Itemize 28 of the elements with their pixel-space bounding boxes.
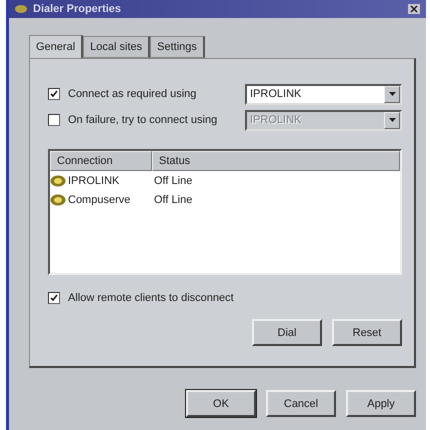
tab[interactable]: Settings <box>150 36 205 58</box>
checkbox-label: Connect as required using <box>68 88 198 100</box>
app-icon <box>15 4 27 14</box>
panel-button[interactable]: Dial <box>252 319 322 346</box>
column-header[interactable]: Connection <box>50 151 152 171</box>
connection-dropdown[interactable]: IPROLINK <box>245 84 402 104</box>
connection-status: Off Line <box>154 174 194 186</box>
caret-icon <box>388 92 396 96</box>
connection-name[interactable]: Compuserve <box>68 194 154 206</box>
caret-icon <box>388 118 396 122</box>
close-icon[interactable] <box>408 4 420 14</box>
dialog-button[interactable]: OK <box>186 390 256 417</box>
connection-icon <box>50 174 66 186</box>
dialog-button[interactable]: Apply <box>346 390 416 417</box>
connection-icon <box>50 194 66 206</box>
checkbox[interactable] <box>48 88 60 100</box>
checkbox[interactable] <box>48 292 60 304</box>
checkbox-label: Allow remote clients to disconnect <box>68 292 235 304</box>
tab[interactable]: General <box>29 35 84 59</box>
tab[interactable]: Local sites <box>83 36 150 58</box>
checkbox[interactable] <box>48 114 60 126</box>
column-header[interactable]: Status <box>152 151 400 171</box>
dialog-button[interactable]: Cancel <box>266 390 336 417</box>
checkbox-label: On failure, try to connect using <box>68 114 218 126</box>
panel-button[interactable]: Reset <box>332 319 402 346</box>
window-title: Dialer Properties <box>33 3 122 15</box>
connection-status: Off Line <box>154 194 194 206</box>
connection-name[interactable]: IPROLINK <box>68 174 154 186</box>
